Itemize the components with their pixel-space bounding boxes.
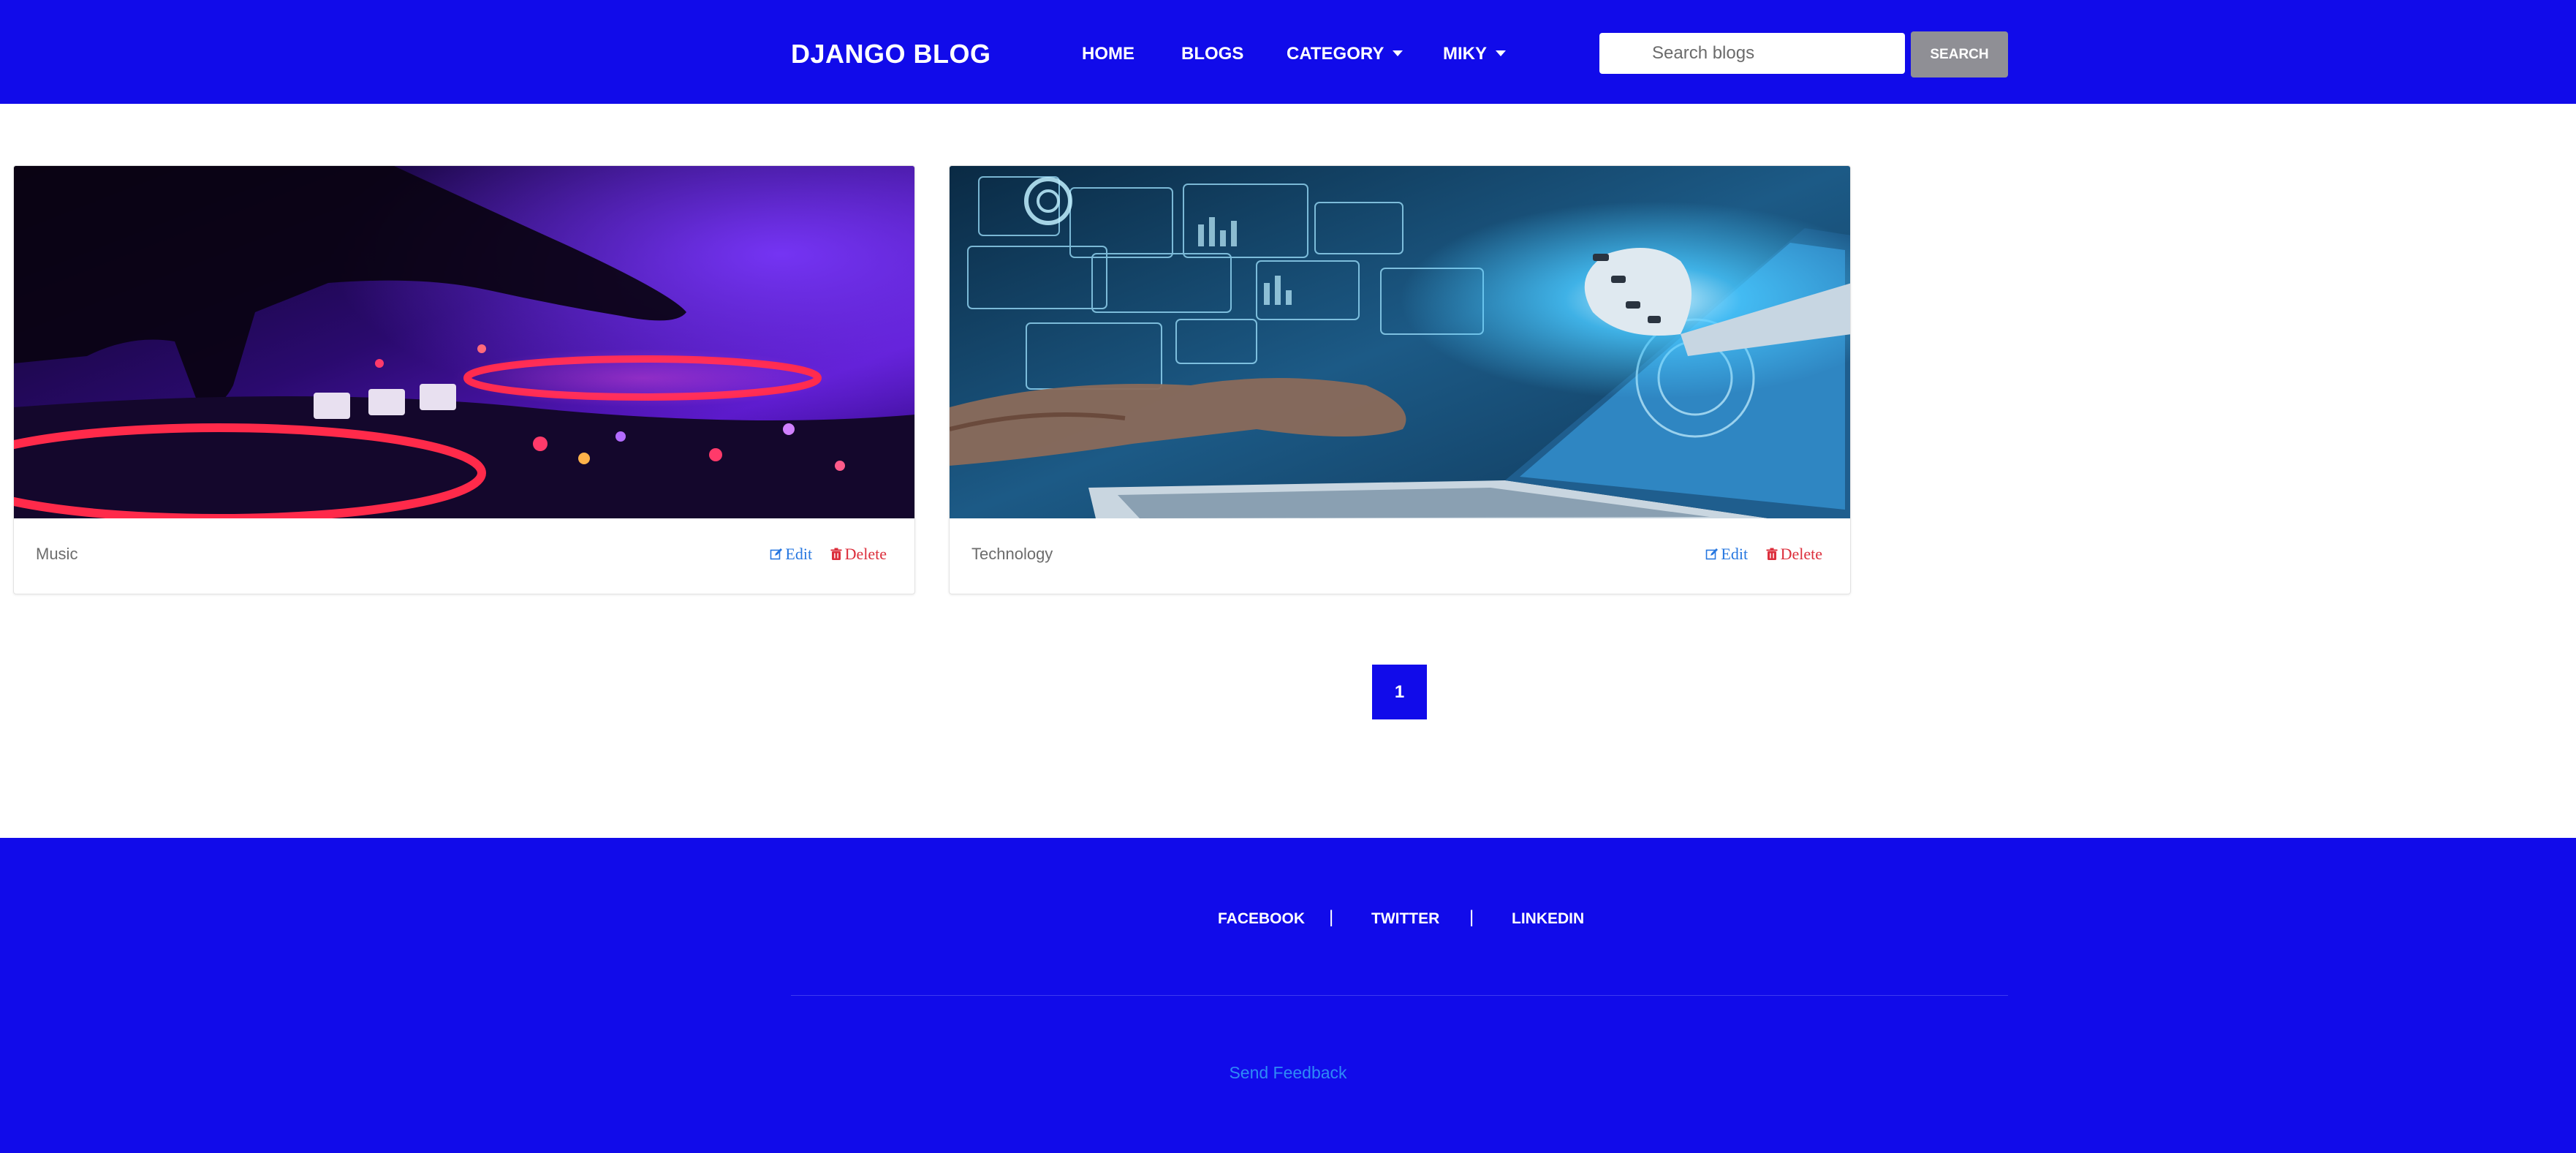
delete-button[interactable]: Delete [830,545,887,563]
edit-label: Edit [1721,545,1749,563]
nav-user-label: MIKY [1443,44,1487,64]
chevron-down-icon [1393,50,1403,56]
delete-label: Delete [1780,545,1822,563]
blog-card-actions: Edit Delete [757,545,887,564]
blog-card-actions: Edit Delete [1692,545,1822,564]
blog-card-footer: Music Edit Delete [14,518,914,594]
send-feedback-label: Send Feedback [1229,1063,1347,1082]
brand-logo[interactable]: DJANGO BLOG [791,37,991,72]
nav-category-label: CATEGORY [1287,44,1384,64]
footer-link-twitter[interactable]: TWITTER [1371,908,1439,930]
pagination-page-1[interactable]: 1 [1372,665,1427,719]
footer: FACEBOOK | TWITTER | LINKEDIN Send Feedb… [0,838,2576,1153]
robot-laptop-image [950,166,1850,518]
blog-card-image[interactable] [14,166,914,518]
nav-blogs[interactable]: BLOGS [1181,39,1243,69]
navbar: DJANGO BLOG HOME BLOGS CATEGORY MIKY SEA… [0,0,2576,104]
footer-link-facebook[interactable]: FACEBOOK [1218,908,1305,930]
chevron-down-icon [1496,50,1506,56]
footer-separator: | [1329,907,1334,927]
footer-divider [791,995,2008,996]
blog-card-footer: Technology Edit Delete [950,518,1850,594]
blog-card: Technology Edit Delete [949,165,1851,594]
nav-category-dropdown[interactable]: CATEGORY [1287,39,1403,69]
trash-icon [830,548,842,560]
footer-link-linkedin[interactable]: LINKEDIN [1512,908,1584,930]
send-feedback-link[interactable]: Send Feedback [0,1063,2576,1083]
nav-home[interactable]: HOME [1082,39,1134,69]
dj-turntable-image [14,166,914,518]
edit-label: Edit [785,545,813,563]
blog-card-category[interactable]: Technology [971,545,1053,564]
footer-separator: | [1469,907,1474,927]
edit-button[interactable]: Edit [770,545,816,563]
edit-icon [1706,548,1719,560]
delete-button[interactable]: Delete [1765,545,1822,563]
search-input[interactable] [1599,33,1905,74]
blog-card-category[interactable]: Music [36,545,77,564]
edit-button[interactable]: Edit [1705,545,1751,563]
search-button[interactable]: SEARCH [1911,31,2008,78]
edit-icon [770,548,783,560]
delete-label: Delete [844,545,887,563]
blog-card: Music Edit Delete [13,165,915,594]
trash-icon [1766,548,1778,560]
blog-card-image[interactable] [950,166,1850,518]
nav-user-dropdown[interactable]: MIKY [1443,39,1506,69]
